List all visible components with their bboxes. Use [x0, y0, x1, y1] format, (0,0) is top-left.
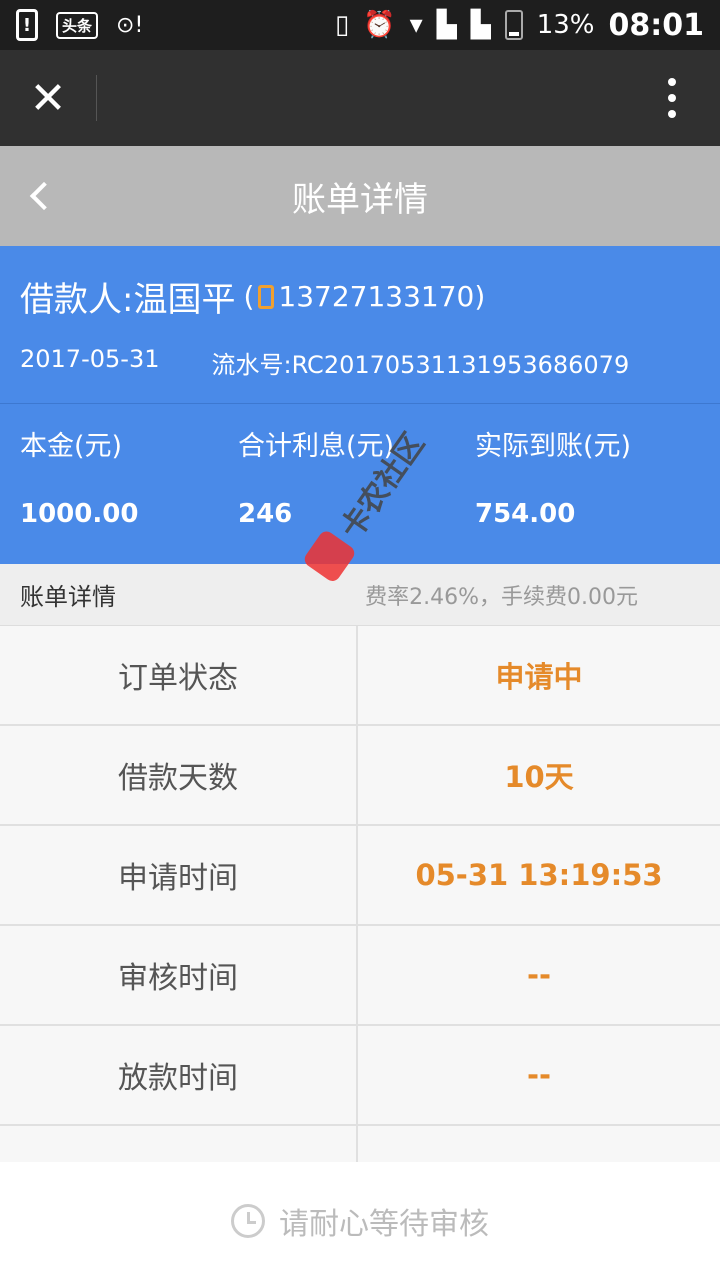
- toolbar-divider: [96, 75, 97, 121]
- serial-line: 流水号:RC20170531131953686079: [211, 345, 629, 380]
- row-label: [0, 1126, 358, 1162]
- back-button[interactable]: [10, 146, 70, 246]
- table-row: [0, 1126, 720, 1164]
- borrower-line: 借款人:温国平 (13727133170): [20, 272, 700, 321]
- browser-toolbar: ✕: [0, 50, 720, 146]
- borrower-phone[interactable]: 13727133170: [278, 280, 474, 313]
- serial-label: 流水号:: [211, 351, 292, 379]
- row-value: [358, 1126, 720, 1162]
- row-value: 10天: [504, 760, 574, 794]
- close-button[interactable]: ✕: [0, 50, 96, 146]
- close-icon: ✕: [29, 72, 67, 124]
- status-bar: ! 头条 ⊙! ▯ ⏰ ▾ ▙ ▙ 13% 08:01: [0, 0, 720, 50]
- phone-icon: [258, 284, 275, 309]
- clock-time: 08:01: [608, 7, 705, 43]
- details-table: 订单状态 申请中 借款天数 10天 申请时间 05-31 13:19:53 审核…: [0, 626, 720, 1164]
- clock-icon: [231, 1204, 265, 1238]
- wait-message: 请耐心等待审核: [279, 1207, 489, 1242]
- alert-icon: !: [16, 9, 38, 41]
- serial-number: RC20170531131953686079: [291, 351, 630, 379]
- fee-note: 费率2.46%，手续费0.00元: [365, 584, 638, 610]
- news-app-icon: 头条: [56, 11, 99, 39]
- borrower-name: 借款人:温国平: [20, 280, 236, 320]
- battery-level: 13%: [536, 10, 595, 40]
- alarm-icon: ⏰: [363, 10, 396, 40]
- row-value: --: [526, 1058, 552, 1092]
- table-row: 申请时间 05-31 13:19:53: [0, 826, 720, 926]
- page-header: 账单详情: [0, 146, 720, 246]
- table-row: 借款天数 10天: [0, 726, 720, 826]
- principal-block: 本金(元) 1000.00: [20, 424, 238, 529]
- details-section-header: 账单详情 费率2.46%，手续费0.00元: [0, 564, 720, 626]
- row-label: 申请时间: [0, 826, 358, 924]
- loan-date: 2017-05-31: [20, 345, 160, 373]
- wifi-icon: ▾: [409, 10, 423, 40]
- more-menu-button[interactable]: [624, 50, 720, 146]
- interest-label: 合计利息(元): [238, 431, 395, 462]
- row-label: 订单状态: [0, 626, 358, 724]
- principal-value: 1000.00: [20, 499, 139, 529]
- footer-status: 请耐心等待审核: [0, 1162, 720, 1280]
- row-label: 放款时间: [0, 1026, 358, 1124]
- sim2-icon: ▙: [470, 10, 491, 40]
- actual-label: 实际到账(元): [475, 431, 632, 462]
- actual-value: 754.00: [475, 499, 576, 529]
- row-value: 05-31 13:19:53: [415, 858, 663, 892]
- row-value: 申请中: [495, 660, 583, 694]
- row-label: 审核时间: [0, 926, 358, 1024]
- details-title: 账单详情: [20, 583, 116, 611]
- actual-block: 实际到账(元) 754.00: [475, 424, 631, 529]
- row-value: --: [526, 958, 552, 992]
- vibrate-icon: ▯: [334, 10, 350, 40]
- table-row: 订单状态 申请中: [0, 626, 720, 726]
- media-icon: ⊙!: [116, 12, 144, 38]
- chevron-left-icon: [29, 181, 59, 211]
- battery-icon: [504, 10, 523, 40]
- principal-label: 本金(元): [20, 431, 123, 462]
- page-title: 账单详情: [292, 179, 428, 220]
- row-label: 借款天数: [0, 726, 358, 824]
- more-vertical-icon: [668, 74, 676, 122]
- table-row: 审核时间 --: [0, 926, 720, 1026]
- table-row: 放款时间 --: [0, 1026, 720, 1126]
- sim-icon: ▙: [436, 10, 457, 40]
